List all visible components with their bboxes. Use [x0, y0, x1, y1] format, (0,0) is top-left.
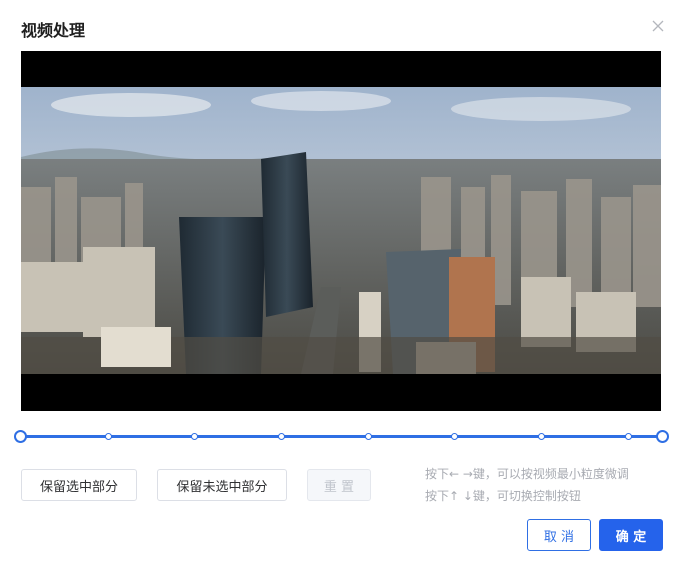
slider-end-handle[interactable]	[656, 430, 669, 443]
slider-step-mark	[537, 433, 545, 440]
video-processing-dialog: 视频处理 保留选中部分 保留未选中部分 重 置 按下← →键，可以按视频最小粒度…	[0, 0, 682, 567]
dialog-title: 视频处理	[21, 21, 86, 40]
hint-arrow-up-down: 按下↑ ↓键，可切换控制按钮	[425, 489, 581, 503]
cancel-button[interactable]: 取 消	[527, 519, 591, 551]
range-slider[interactable]	[14, 428, 670, 446]
slider-step-mark	[278, 433, 285, 440]
reset-button[interactable]: 重 置	[307, 469, 371, 501]
slider-start-handle[interactable]	[14, 430, 27, 443]
hint-arrow-left-right: 按下← →键，可以按视频最小粒度微调	[425, 467, 629, 481]
video-frame	[21, 87, 661, 374]
slider-step-mark	[104, 433, 112, 440]
keep-unselected-button[interactable]: 保留未选中部分	[157, 469, 287, 501]
keep-selected-button[interactable]: 保留选中部分	[21, 469, 137, 501]
confirm-button[interactable]: 确 定	[599, 519, 663, 551]
aerial-city-video-frame	[21, 87, 661, 374]
slider-track[interactable]	[20, 435, 662, 438]
slider-step-mark	[364, 433, 372, 440]
slider-step-mark	[624, 433, 632, 440]
close-icon[interactable]	[650, 18, 666, 34]
slider-step-mark	[451, 433, 458, 440]
video-player[interactable]	[21, 51, 661, 411]
slider-step-mark	[191, 433, 198, 440]
